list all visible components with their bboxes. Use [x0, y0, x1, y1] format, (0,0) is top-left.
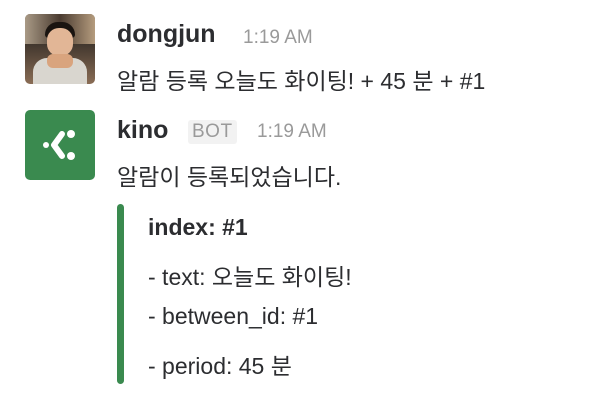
message-timestamp[interactable]: 1:19 AM [257, 121, 327, 143]
attachment-field-period: - period: 45 분 [148, 353, 292, 379]
message-text: 알람이 등록되었습니다. [117, 164, 342, 190]
message-username[interactable]: kino [117, 116, 168, 145]
attachment-field-between-id: - between_id: #1 [148, 303, 319, 329]
kino-logo-icon [43, 130, 75, 160]
attachment-field-text: - text: 오늘도 화이팅! [148, 264, 352, 290]
message-username[interactable]: dongjun [117, 20, 216, 49]
message-text: 알람 등록 오늘도 화이팅! + 45 분 + #1 [117, 68, 486, 94]
attachment-color-bar [117, 204, 124, 384]
bot-badge: BOT [188, 120, 237, 144]
attachment-title: index: #1 [148, 214, 248, 240]
bot-avatar[interactable] [25, 110, 95, 180]
user-avatar[interactable] [25, 14, 95, 84]
message-timestamp[interactable]: 1:19 AM [243, 27, 313, 49]
